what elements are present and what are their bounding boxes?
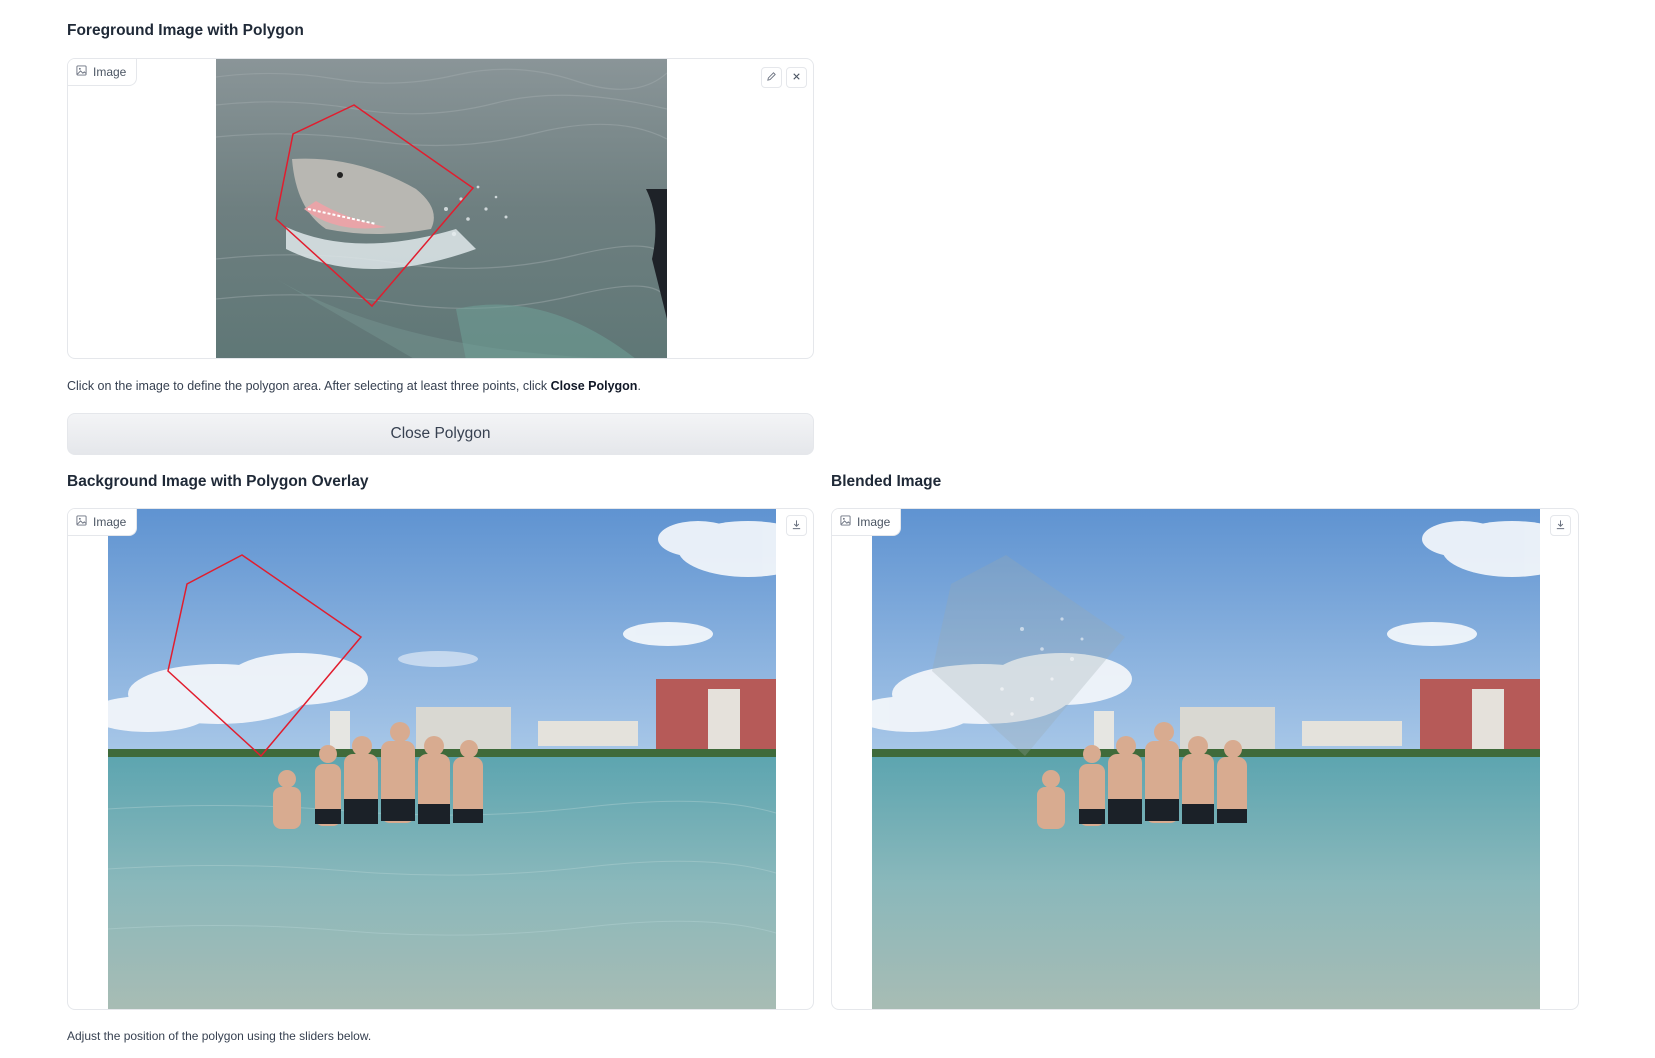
edit-button[interactable] (761, 67, 782, 88)
download-button[interactable] (1550, 515, 1571, 536)
close-icon (791, 69, 802, 87)
image-label-text: Image (857, 515, 891, 529)
image-icon (76, 65, 87, 79)
clear-button[interactable] (786, 67, 807, 88)
blended-image-panel[interactable]: Image (831, 508, 1579, 1010)
download-button[interactable] (786, 515, 807, 536)
beach-photo[interactable] (108, 509, 776, 1009)
image-label-text: Image (93, 515, 127, 529)
edit-icon (766, 69, 777, 87)
foreground-title: Foreground Image with Polygon (67, 22, 304, 39)
instructions-text: Click on the image to define the polygon… (67, 379, 551, 393)
image-icon (840, 515, 851, 529)
foreground-image-label: Image (68, 59, 138, 86)
instructions-emphasis: Close Polygon (550, 379, 638, 393)
download-icon (1555, 517, 1566, 535)
shark-photo[interactable] (216, 59, 667, 358)
background-image-label: Image (68, 509, 138, 536)
polygon-instructions: Click on the image to define the polygon… (67, 379, 641, 393)
slider-instructions: Adjust the position of the polygon using… (67, 1029, 372, 1043)
blended-title: Blended Image (831, 473, 942, 490)
background-image-panel[interactable]: Image (67, 508, 814, 1010)
foreground-image-panel[interactable]: Image (67, 58, 814, 359)
image-label-text: Image (93, 65, 127, 79)
background-title: Background Image with Polygon Overlay (67, 473, 369, 490)
close-polygon-button[interactable]: Close Polygon (67, 413, 814, 455)
blended-image-label: Image (832, 509, 902, 536)
image-icon (76, 515, 87, 529)
instructions-suffix: . (637, 379, 641, 393)
truncated-description (67, 0, 1167, 4)
download-icon (791, 517, 802, 535)
blended-photo[interactable] (872, 509, 1540, 1009)
